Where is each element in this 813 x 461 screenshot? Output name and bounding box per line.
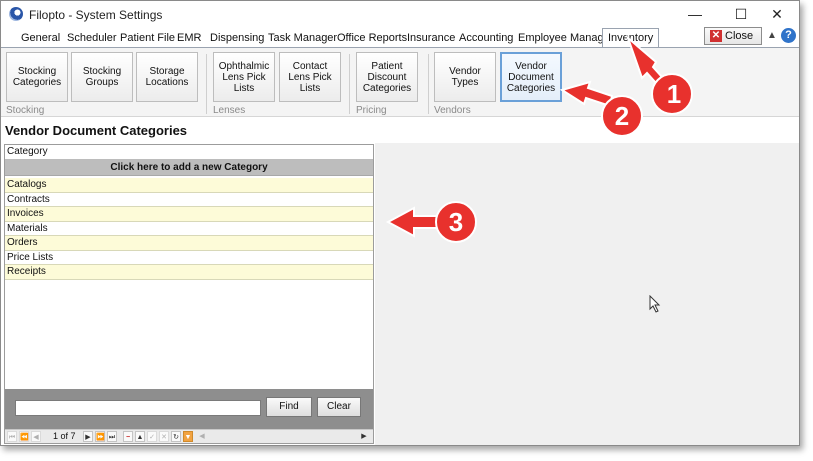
- first-page-icon[interactable]: ⏮: [7, 431, 17, 442]
- callout-arrow-3: [385, 201, 477, 243]
- find-bar: Find Clear: [5, 389, 373, 429]
- tab-office-reports[interactable]: Office Reports: [337, 32, 407, 44]
- window-title: Filopto - System Settings: [29, 8, 163, 22]
- close-button[interactable]: ✕ Close: [704, 27, 762, 45]
- contact-lens-pick-lists-button[interactable]: Contact Lens Pick Lists: [279, 52, 341, 102]
- close-x-icon: ✕: [710, 30, 722, 42]
- table-row[interactable]: Orders: [5, 236, 373, 251]
- title-bar: Filopto - System Settings — ☐ ✕: [1, 1, 799, 27]
- cancel-edit-icon[interactable]: ✕: [159, 431, 169, 442]
- group-label-lenses: Lenses: [213, 105, 246, 116]
- minimize-button[interactable]: —: [678, 4, 712, 24]
- add-category-row[interactable]: Click here to add a new Category: [5, 160, 373, 176]
- table-row[interactable]: Invoices: [5, 207, 373, 222]
- category-rows: Catalogs Contracts Invoices Materials Or…: [5, 178, 373, 280]
- callout-number-2: 2: [614, 101, 630, 131]
- find-input[interactable]: [15, 400, 261, 416]
- prev-record-icon[interactable]: ◀: [31, 431, 41, 442]
- collapse-ribbon-icon[interactable]: ▲: [767, 30, 777, 41]
- scroll-right-icon[interactable]: ▶: [359, 431, 369, 442]
- table-row[interactable]: Catalogs: [5, 178, 373, 193]
- ribbon-divider: [206, 54, 207, 114]
- mouse-pointer-icon: [649, 295, 661, 313]
- group-label-stocking: Stocking: [6, 105, 45, 116]
- tab-general[interactable]: General: [21, 32, 60, 44]
- delete-record-icon[interactable]: −: [123, 431, 133, 442]
- prev-page-icon[interactable]: ⏪: [19, 431, 29, 442]
- scroll-left-icon[interactable]: ◀: [197, 431, 207, 442]
- detail-pane: [375, 143, 799, 445]
- next-record-icon[interactable]: ▶: [83, 431, 93, 442]
- stocking-groups-button[interactable]: Stocking Groups: [71, 52, 133, 102]
- table-row[interactable]: Price Lists: [5, 250, 373, 265]
- refresh-icon[interactable]: ↻: [171, 431, 181, 442]
- table-row[interactable]: Receipts: [5, 265, 373, 280]
- callout-number-1: 1: [666, 79, 682, 109]
- group-label-vendors: Vendors: [434, 105, 471, 116]
- app-logo-icon: [9, 7, 23, 21]
- ribbon-divider: [428, 54, 429, 114]
- group-label-pricing: Pricing: [356, 105, 387, 116]
- help-icon[interactable]: ?: [781, 28, 796, 43]
- page-indicator: 1 of 7: [53, 431, 76, 441]
- tab-task-manager[interactable]: Task Manager: [268, 32, 337, 44]
- table-row[interactable]: Contracts: [5, 192, 373, 207]
- page-title: Vendor Document Categories: [5, 123, 188, 138]
- next-page-icon[interactable]: ⏩: [95, 431, 105, 442]
- clear-button[interactable]: Clear: [317, 397, 361, 417]
- move-up-icon[interactable]: ▲: [135, 431, 145, 442]
- maximize-button[interactable]: ☐: [724, 4, 758, 24]
- confirm-icon[interactable]: ✓: [147, 431, 157, 442]
- column-header-category[interactable]: Category: [5, 145, 373, 160]
- record-navigator: ⏮ ⏪ ◀ 1 of 7 ▶ ⏩ ⏭ − ▲ ✓ ✕ ↻ ▼ ◀ ▶: [5, 429, 373, 443]
- patient-discount-categories-button[interactable]: Patient Discount Categories: [356, 52, 418, 102]
- tab-patient-file[interactable]: Patient File: [120, 32, 175, 44]
- callout-arrow-2: [559, 80, 643, 137]
- tab-emr[interactable]: EMR: [177, 32, 201, 44]
- stocking-categories-button[interactable]: Stocking Categories: [6, 52, 68, 102]
- tab-accounting[interactable]: Accounting: [459, 32, 513, 44]
- tab-employee-manager[interactable]: Employee Manager: [518, 32, 613, 44]
- tab-dispensing[interactable]: Dispensing: [210, 32, 264, 44]
- tab-scheduler[interactable]: Scheduler: [67, 32, 117, 44]
- vendor-document-categories-button[interactable]: Vendor Document Categories: [500, 52, 562, 102]
- table-row[interactable]: Materials: [5, 221, 373, 236]
- storage-locations-button[interactable]: Storage Locations: [136, 52, 198, 102]
- ribbon-divider: [349, 54, 350, 114]
- last-page-icon[interactable]: ⏭: [107, 431, 117, 442]
- tab-insurance[interactable]: Insurance: [407, 32, 455, 44]
- filter-icon[interactable]: ▼: [183, 431, 193, 442]
- callout-number-3: 3: [448, 207, 464, 237]
- find-button[interactable]: Find: [266, 397, 312, 417]
- vendor-types-button[interactable]: Vendor Types: [434, 52, 496, 102]
- ophthalmic-lens-pick-lists-button[interactable]: Ophthalmic Lens Pick Lists: [213, 52, 275, 102]
- category-grid: Category Click here to add a new Categor…: [4, 144, 374, 444]
- close-button-label: Close: [725, 30, 754, 42]
- window-close-button[interactable]: ✕: [760, 4, 794, 24]
